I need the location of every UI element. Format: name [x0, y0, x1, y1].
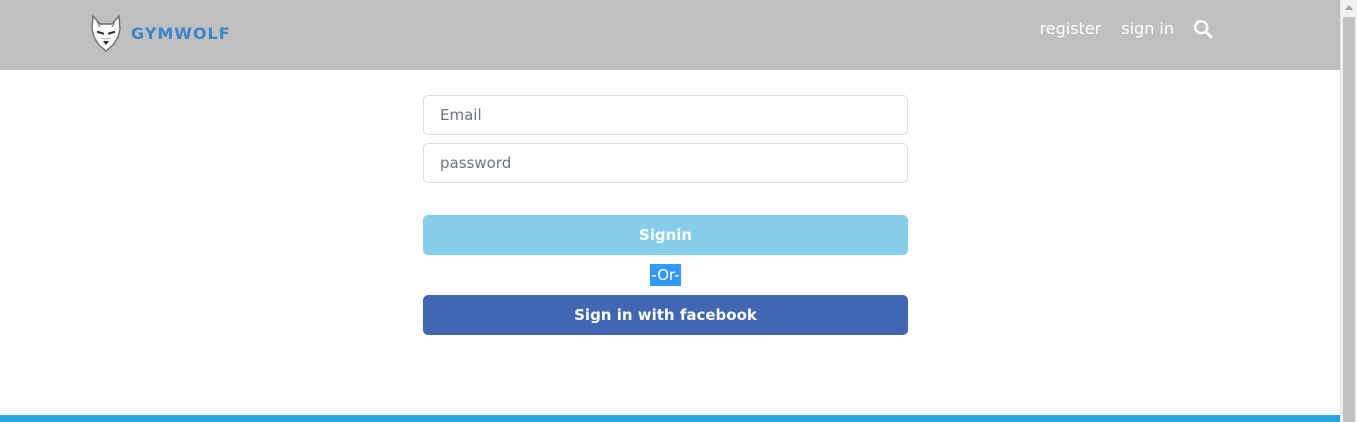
signin-button[interactable]: Signin — [423, 215, 908, 255]
signin-form: Signin -Or- Sign in with facebook — [423, 95, 908, 335]
or-divider-label: -Or- — [650, 264, 681, 286]
navbar: GYMWOLF register sign in — [0, 0, 1340, 70]
facebook-signin-button[interactable]: Sign in with facebook — [423, 295, 908, 335]
password-field[interactable] — [423, 143, 908, 183]
footer-strip — [0, 415, 1340, 422]
brand-link[interactable]: GYMWOLF — [89, 14, 231, 52]
page: GYMWOLF register sign in Signin -Or- Sig… — [0, 0, 1340, 422]
vertical-scrollbar[interactable] — [1340, 0, 1357, 422]
scrollbar-thumb[interactable] — [1343, 17, 1355, 422]
wolf-logo-icon — [91, 15, 121, 52]
register-link[interactable]: register — [1040, 17, 1102, 41]
or-divider: -Or- — [423, 255, 908, 295]
search-icon[interactable] — [1193, 19, 1213, 39]
brand-name: GYMWOLF — [131, 23, 231, 43]
nav-links: register sign in — [1040, 17, 1213, 41]
scroll-up-arrow-icon[interactable] — [1345, 5, 1353, 10]
email-field[interactable] — [423, 95, 908, 135]
sign-in-link[interactable]: sign in — [1121, 17, 1174, 41]
